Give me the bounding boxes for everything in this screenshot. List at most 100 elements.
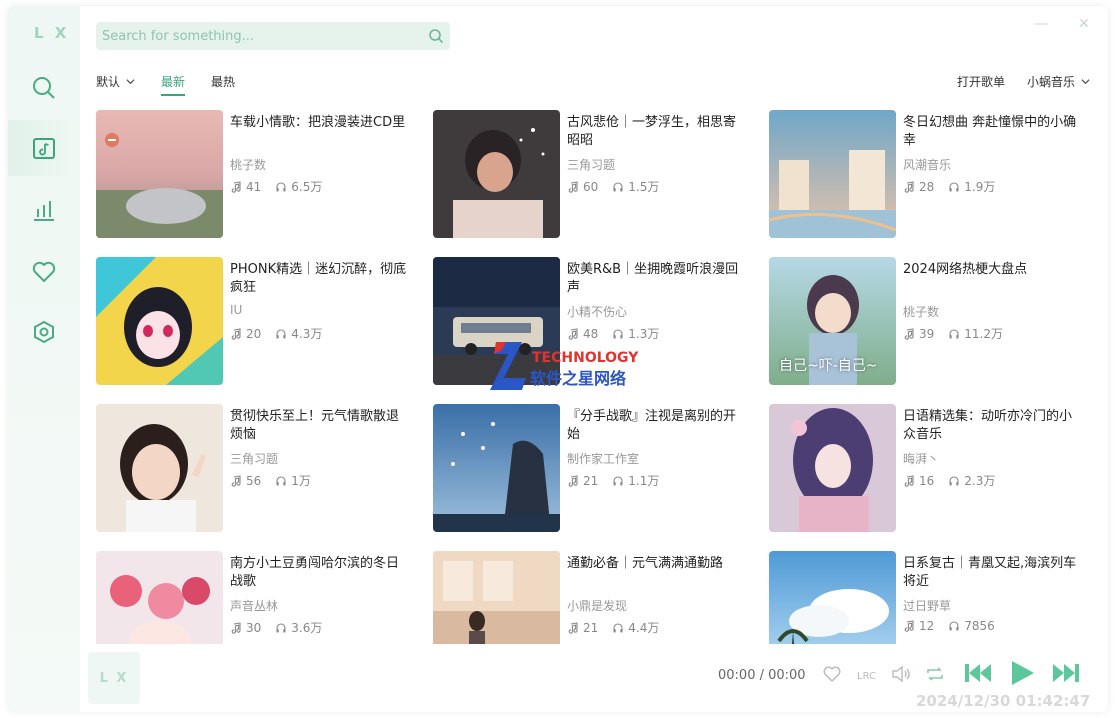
playlist-card[interactable]: 『分手战歌』注视是离别的开始 制作家工作室 21 1.1万 <box>433 404 753 534</box>
music-note-icon <box>231 474 241 487</box>
playlist-card[interactable]: 通勤必备｜元气满满通勤路 小鼎是发现 21 4.4万 <box>433 551 753 644</box>
play-button[interactable] <box>1006 658 1038 688</box>
source-select-label: 小蜗音乐 <box>1026 74 1075 89</box>
watermark-timestamp: 2024/12/30 01:42:47 <box>916 692 1091 710</box>
song-count: 39 <box>919 326 935 341</box>
album-art-placeholder[interactable]: L X <box>88 652 140 704</box>
volume-button[interactable] <box>890 664 912 684</box>
playlist-author: 制作家工作室 <box>567 452 640 466</box>
song-count: 21 <box>583 473 599 488</box>
music-note-icon <box>568 474 578 487</box>
play-icon <box>1012 661 1034 685</box>
search-icon[interactable] <box>422 22 450 50</box>
playlist-title: 通勤必备｜元气满满通勤路 <box>567 556 724 571</box>
chevron-down-icon <box>1081 78 1090 84</box>
song-count: 56 <box>246 473 262 488</box>
headphones-icon <box>949 475 959 485</box>
next-button[interactable] <box>1050 658 1082 688</box>
playlist-stats: 16 2.3万 <box>903 472 1009 489</box>
playlist-card[interactable]: 日语精选集：动听亦冷门的小众音乐 晦湃丶 16 2.3万 <box>769 404 1089 534</box>
headphones-icon <box>276 328 286 338</box>
like-button[interactable] <box>822 664 842 684</box>
playlist-card[interactable]: 自己~吓-自己~ 2024网络热梗大盘点 桃子数 39 11.2万 <box>769 257 1089 387</box>
play-count: 7856 <box>964 619 995 633</box>
app-logo: L X <box>34 24 70 42</box>
lyric-button[interactable]: LRC <box>856 664 880 684</box>
headphones-icon <box>613 475 623 485</box>
playlist-cover <box>96 257 223 385</box>
play-count: 2.3万 <box>964 474 996 488</box>
playlist-card[interactable]: 车载小情歌：把浪漫装进CD里 桃子数 41 6.5万 <box>96 110 416 240</box>
playlist-stats: 56 1万 <box>230 472 325 489</box>
playlist-author: 三角习题 <box>230 452 279 466</box>
music-note-icon <box>568 180 578 193</box>
play-count: 4.4万 <box>628 621 660 635</box>
play-count: 3.6万 <box>291 621 323 635</box>
playlist-author: 小精不伤心 <box>567 305 628 319</box>
playlist-stats: 30 3.6万 <box>230 619 336 636</box>
music-library-icon <box>33 138 55 159</box>
playlist-cover <box>96 110 223 238</box>
song-count: 60 <box>583 179 599 194</box>
music-note-icon <box>231 621 241 634</box>
playlist-title: 车载小情歌：把浪漫装进CD里 <box>230 115 406 130</box>
watermark-logo: TECHNOLOGY 软件之星网络 <box>490 342 639 390</box>
repeat-icon <box>927 667 943 681</box>
source-select[interactable]: 小蜗音乐 <box>1027 73 1090 90</box>
playlist-title: PHONK精选｜迷幻沉醉，彻底疯狂 <box>230 262 407 295</box>
playlist-card[interactable]: 古风悲伧｜一梦浮生，相思寄昭昭 三角习题 60 1.5万 <box>433 110 753 240</box>
playlist-cover <box>769 551 896 644</box>
minimize-icon[interactable]: — <box>1034 16 1048 32</box>
settings-icon <box>34 320 54 344</box>
playlist-cover <box>96 404 223 532</box>
tab-newest[interactable]: 最新 <box>161 68 186 96</box>
sort-select-label: 默认 <box>96 74 121 89</box>
heart-icon <box>32 261 56 282</box>
sort-tabs: 默认 最新 最热 <box>96 68 261 96</box>
sort-select[interactable]: 默认 <box>96 68 135 94</box>
headphones-icon <box>949 328 959 338</box>
playlist-card[interactable]: 贯彻快乐至上！元气情歌散退烦恼 三角习题 56 1万 <box>96 404 416 534</box>
skip-next-icon <box>1053 664 1079 682</box>
headphones-icon <box>276 181 286 191</box>
tab-hottest[interactable]: 最热 <box>211 68 235 94</box>
playlist-title: 古风悲伧｜一梦浮生，相思寄昭昭 <box>567 115 737 148</box>
playlist-cover <box>96 551 223 644</box>
nav-favorites[interactable] <box>8 244 80 300</box>
playlist-card[interactable]: 日系复古｜青凰又起,海滨列车将近 过日野草 12 7856 <box>769 551 1089 644</box>
playlist-cover <box>433 551 560 644</box>
headphones-icon <box>613 181 623 191</box>
nav-search[interactable] <box>8 60 80 116</box>
playlist-title: 日语精选集：动听亦冷门的小众音乐 <box>903 409 1073 442</box>
playlist-stats: 60 1.5万 <box>567 178 673 195</box>
open-playlist-button[interactable]: 打开歌单 <box>957 73 1005 90</box>
nav-settings[interactable] <box>8 304 80 360</box>
close-icon[interactable]: ✕ <box>1078 16 1090 32</box>
nav-song-list[interactable] <box>8 120 80 176</box>
headphones-icon <box>276 622 286 632</box>
playlist-card[interactable]: 南方小土豆勇闯哈尔滨的冬日战歌 声音丛林 30 3.6万 <box>96 551 416 644</box>
previous-button[interactable] <box>962 658 994 688</box>
search-input[interactable] <box>96 28 422 44</box>
playlist-title: 2024网络热梗大盘点 <box>903 262 1028 277</box>
playlist-title: 贯彻快乐至上！元气情歌散退烦恼 <box>230 409 400 442</box>
play-count: 1.9万 <box>964 180 996 194</box>
skip-previous-icon <box>965 664 991 682</box>
playlist-author: 过日野草 <box>903 599 952 613</box>
search-icon <box>33 77 55 99</box>
music-note-icon <box>231 180 241 193</box>
play-count: 1.1万 <box>628 474 660 488</box>
playlist-title: 南方小土豆勇闯哈尔滨的冬日战歌 <box>230 556 400 589</box>
song-count: 16 <box>919 473 935 488</box>
playlist-stats: 21 4.4万 <box>567 619 673 636</box>
loop-mode-button[interactable] <box>924 664 946 684</box>
search-bar <box>96 22 450 50</box>
playlist-card[interactable]: 冬日幻想曲 奔赴憧憬中的小确幸 风潮音乐 28 1.9万 <box>769 110 1089 240</box>
playlist-cover <box>769 404 896 532</box>
music-note-icon <box>568 621 578 634</box>
playlist-stats: 41 6.5万 <box>230 178 336 195</box>
playlist-stats: 20 4.3万 <box>230 325 336 342</box>
nav-leaderboard[interactable] <box>8 182 80 238</box>
list-actions: 打开歌单 小蜗音乐 <box>935 68 1090 94</box>
playlist-card[interactable]: PHONK精选｜迷幻沉醉，彻底疯狂 IU 20 4.3万 <box>96 257 416 387</box>
